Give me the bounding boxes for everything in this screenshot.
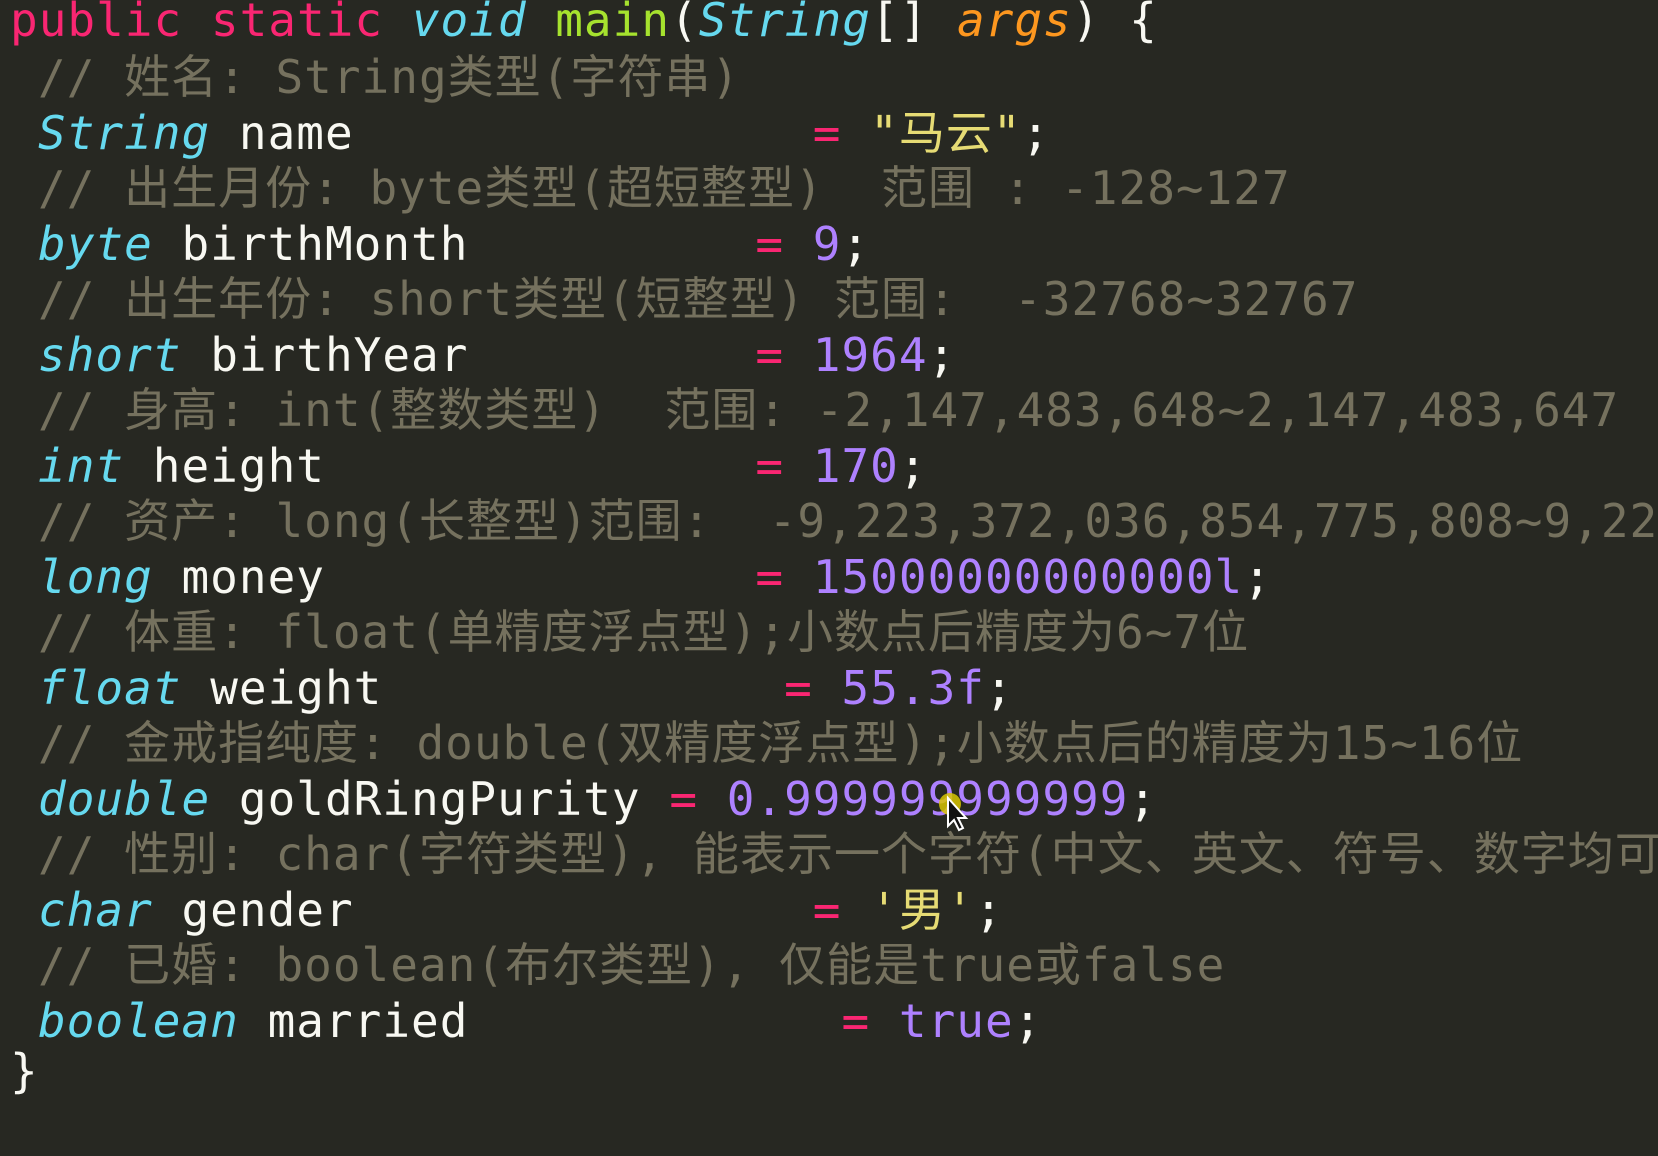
code-editor[interactable]: public static void main(String[] args) {… [0, 0, 1658, 1156]
alignment-space [325, 439, 755, 493]
variable-value: "马云" [870, 106, 1022, 160]
comment-text: // 身高: int(整数类型) 范围: -2,147,483,648~2,14… [38, 383, 1620, 437]
assign-operator: = [755, 328, 785, 382]
alignment-space [641, 772, 670, 826]
declaration-line: float weight = 55.3f; [0, 660, 1014, 716]
comment-line: // 身高: int(整数类型) 范围: -2,147,483,648~2,14… [0, 382, 1619, 438]
variable-value: 1964 [812, 328, 928, 382]
closing-brace-line: } [10, 1043, 39, 1099]
comment-line: // 姓名: String类型(字符串) [0, 49, 740, 105]
closing-brace: } [10, 1044, 39, 1098]
semicolon: ; [927, 328, 957, 382]
assign-operator: = [669, 772, 699, 826]
variable-value: 15000000000000l [812, 550, 1244, 604]
assign-operator: = [812, 883, 842, 937]
variable-value: 9 [812, 217, 842, 271]
keyword-static: static [210, 0, 384, 47]
variable-value: true [898, 994, 1014, 1048]
declaration-line: char gender = '男'; [0, 882, 1003, 938]
comment-line: // 出生月份: byte类型(超短整型) 范围 : -128~127 [0, 160, 1291, 216]
alignment-space [468, 994, 841, 1048]
assign-operator: = [755, 217, 785, 271]
semicolon: ; [841, 217, 871, 271]
alignment-space [382, 661, 784, 715]
declaration-line: int height = 170; [0, 438, 928, 494]
semicolon: ; [1128, 772, 1158, 826]
declaration-line: byte birthMonth = 9; [0, 216, 870, 272]
variable-name: name [238, 106, 354, 160]
variable-value: '男' [870, 883, 975, 937]
method-name: main [555, 0, 671, 47]
semicolon: ; [984, 661, 1014, 715]
semicolon: ; [1243, 550, 1272, 604]
method-signature-line: public static void main(String[] args) { [10, 0, 1158, 48]
comment-line: // 体重: float(单精度浮点型);小数点后精度为6~7位 [0, 604, 1249, 660]
comment-text: // 姓名: String类型(字符串) [38, 50, 741, 104]
comment-line: // 资产: long(长整型)范围: -9,223,372,036,854,7… [0, 493, 1658, 549]
semicolon: ; [1013, 994, 1043, 1048]
open-paren: ( [670, 0, 699, 47]
assign-operator: = [841, 994, 871, 1048]
variable-type: long [38, 550, 153, 604]
comment-text: // 金戒指纯度: double(双精度浮点型);小数点后的精度为15~16位 [38, 716, 1524, 770]
declaration-line: double goldRingPurity = 0.999999999999; [0, 771, 1157, 827]
alignment-space [468, 217, 755, 271]
keyword-public: public [10, 0, 183, 47]
variable-value: 55.3f [841, 661, 985, 715]
comment-text: // 已婚: boolean(布尔类型), 仅能是true或false [38, 938, 1226, 992]
declaration-line: String name = "马云"; [0, 105, 1050, 161]
variable-type: float [38, 661, 182, 715]
alignment-space [325, 550, 755, 604]
comment-line: // 已婚: boolean(布尔类型), 仅能是true或false [0, 937, 1225, 993]
declaration-line: short birthYear = 1964; [0, 327, 956, 383]
declaration-line: boolean married = true; [0, 993, 1042, 1049]
variable-name: height [152, 439, 325, 493]
variable-name: married [267, 994, 469, 1048]
semicolon: ; [1021, 106, 1051, 160]
mouse-pointer-icon [939, 793, 969, 832]
variable-type: String [38, 106, 211, 160]
assign-operator: = [755, 439, 785, 493]
variable-name: weight [210, 661, 383, 715]
alignment-space [354, 883, 813, 937]
comment-text: // 体重: float(单精度浮点型);小数点后精度为6~7位 [38, 605, 1250, 659]
variable-name: goldRingPurity [238, 772, 641, 826]
variable-name: birthMonth [181, 217, 469, 271]
assign-operator: = [812, 106, 842, 160]
array-brackets: [] [870, 0, 929, 47]
close-paren: ) [1071, 0, 1101, 47]
variable-name: money [181, 550, 325, 604]
alignment-space [468, 328, 755, 382]
comment-text: // 出生月份: byte类型(超短整型) 范围 : -128~127 [38, 161, 1291, 215]
param-name: args [956, 0, 1072, 47]
variable-type: char [38, 883, 153, 937]
variable-value: 170 [812, 439, 899, 493]
comment-line: // 金戒指纯度: double(双精度浮点型);小数点后的精度为15~16位 [0, 715, 1523, 771]
semicolon: ; [898, 439, 928, 493]
variable-type: boolean [38, 994, 239, 1048]
variable-name: birthYear [210, 328, 469, 382]
variable-name: gender [181, 883, 354, 937]
comment-line: // 出生年份: short类型(短整型) 范围: -32768~32767 [0, 271, 1358, 327]
variable-type: int [38, 439, 125, 493]
variable-type: double [38, 772, 211, 826]
variable-type: byte [38, 217, 153, 271]
alignment-space [354, 106, 813, 160]
assign-operator: = [784, 661, 813, 715]
param-type: String [698, 0, 871, 47]
variable-value: 0.999999999999 [726, 772, 1129, 826]
assign-operator: = [755, 550, 785, 604]
comment-text: // 出生年份: short类型(短整型) 范围: -32768~32767 [38, 272, 1359, 326]
comment-text: // 性别: char(字符类型), 能表示一个字符(中文、英文、符号、数字均可… [38, 827, 1658, 881]
comment-text: // 资产: long(长整型)范围: -9,223,372,036,854,7… [38, 494, 1658, 548]
declaration-line: long money = 15000000000000l; [0, 549, 1272, 605]
variable-type: short [38, 328, 182, 382]
comment-line: // 性别: char(字符类型), 能表示一个字符(中文、英文、符号、数字均可… [0, 826, 1658, 882]
open-brace: { [1129, 0, 1158, 47]
return-type: void [411, 0, 527, 47]
semicolon: ; [974, 883, 1004, 937]
